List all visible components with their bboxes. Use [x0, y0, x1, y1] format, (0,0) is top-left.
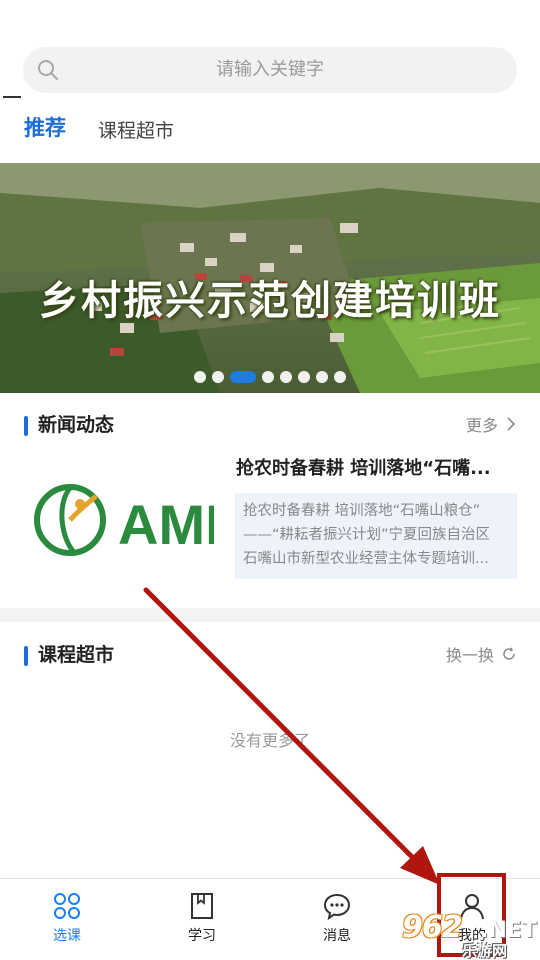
search-input[interactable]: 请输入关键字: [23, 47, 517, 93]
nav-label: 消息: [323, 928, 351, 944]
carousel-dot[interactable]: [334, 370, 346, 383]
courses-icon: [54, 893, 80, 919]
banner-carousel[interactable]: 乡村振兴示范创建培训班: [0, 163, 540, 393]
news-summary: 抢农时备春耕 培训落地“石嘴山粮仓” ——“耕耘者振兴计划”宁夏回族自治区 石嘴…: [235, 493, 517, 579]
search-bar[interactable]: 请输入关键字: [23, 47, 517, 93]
news-section-title: 新闻动态: [38, 414, 115, 436]
news-more-link[interactable]: 更多: [466, 412, 516, 436]
watermark-number: 962: [402, 910, 463, 945]
carousel-dot[interactable]: [194, 370, 206, 383]
banner-title: 乡村振兴示范创建培训班: [39, 278, 501, 324]
carousel-dot[interactable]: [262, 370, 274, 383]
tab-recommend[interactable]: 推荐: [24, 112, 66, 142]
book-icon: [191, 893, 213, 919]
carousel-dot[interactable]: [298, 370, 310, 383]
section-accent-bar: [24, 646, 28, 666]
chevron-right-icon: [507, 417, 516, 431]
summary-line: 石嘴山市新型农业经营主体专题培训...: [243, 551, 489, 567]
refresh-icon: [503, 647, 515, 660]
site-watermark: 962 .NET 乐游网: [398, 908, 540, 960]
carousel-dot[interactable]: [230, 370, 256, 383]
course-section-header: 课程超市 换一换: [0, 638, 540, 672]
carousel-dot[interactable]: [280, 370, 292, 383]
course-section-title: 课程超市: [38, 644, 115, 666]
news-section-header: 新闻动态 更多: [0, 408, 540, 442]
watermark-subtitle: 乐游网: [462, 942, 508, 960]
logo-text: AMI: [118, 493, 214, 556]
nav-item-messages[interactable]: 消息: [297, 891, 377, 945]
chat-icon: [323, 893, 351, 921]
nav-label: 选课: [53, 928, 81, 944]
tab-course-market[interactable]: 课程超市: [98, 116, 174, 143]
carousel-dot[interactable]: [212, 370, 224, 383]
empty-message: 没有更多了: [229, 731, 310, 750]
news-title[interactable]: 抢农时备春耕 培训落地“石嘴...: [236, 454, 518, 480]
ami-logo: AMI: [34, 484, 214, 556]
more-label: 更多: [465, 416, 498, 435]
nav-item-study[interactable]: 学习: [162, 891, 242, 945]
summary-line: ——“耕耘者振兴计划”宁夏回族自治区: [243, 527, 491, 543]
text-cursor: [3, 96, 21, 98]
section-divider: [0, 608, 540, 622]
carousel-dots[interactable]: [0, 366, 540, 383]
nav-label: 学习: [188, 928, 216, 944]
section-accent-bar: [24, 416, 28, 436]
carousel-dot[interactable]: [316, 370, 328, 383]
refresh-label: 换一换: [445, 646, 494, 665]
refresh-button[interactable]: 换一换: [446, 642, 516, 666]
summary-line: 抢农时备春耕 培训落地“石嘴山粮仓”: [243, 503, 481, 519]
nav-item-courses[interactable]: 选课: [27, 891, 107, 945]
